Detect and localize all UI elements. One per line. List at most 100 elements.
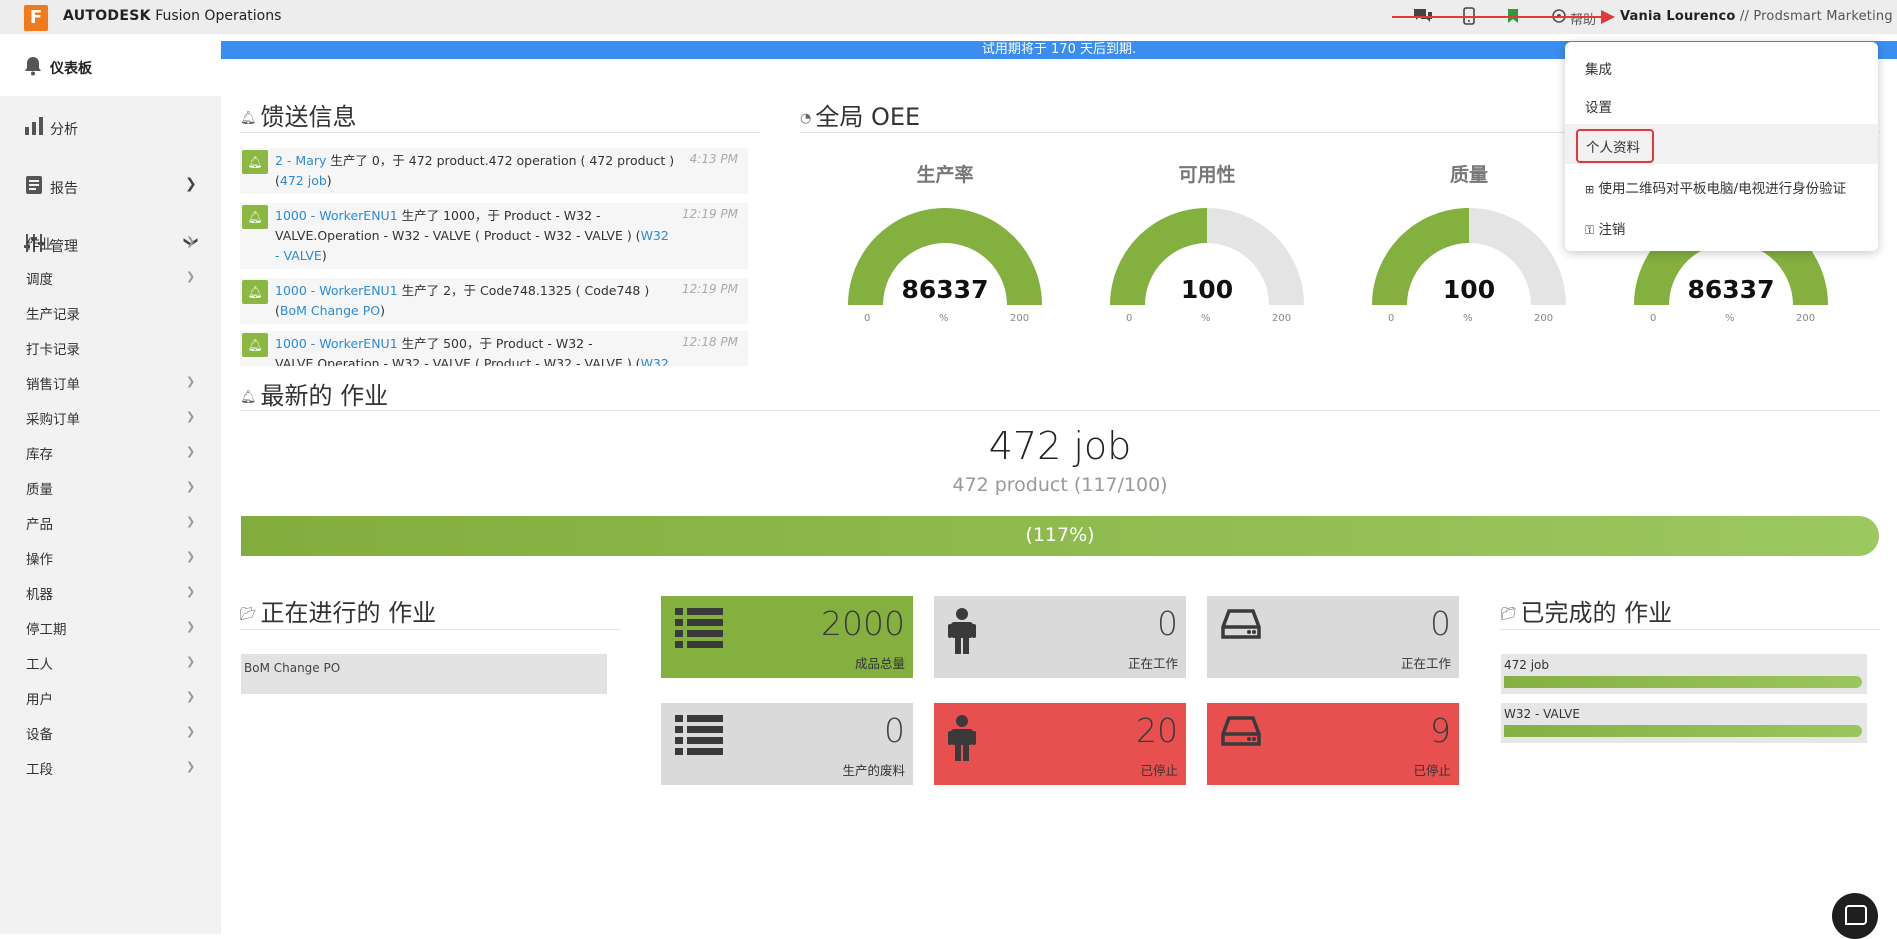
- chevron-right-icon: ❯: [186, 620, 196, 633]
- feed-actor-link[interactable]: 1000 - WorkerENU1: [275, 208, 398, 223]
- sidebar-subitem[interactable]: 停工期: [26, 618, 67, 638]
- sidebar-subitem[interactable]: 质量: [26, 478, 53, 498]
- sidebar-subitem[interactable]: 操作: [26, 548, 53, 568]
- user-dropdown-menu: 集成 设置 个人资料 ⊞ 使用二维码对平板电脑/电视进行身份验证 ⚿ 注销: [1565, 42, 1878, 251]
- sidebar-subitem[interactable]: 调度: [26, 268, 53, 288]
- key-icon: ⚿: [1585, 223, 1595, 237]
- stat-tile[interactable]: 0 生产的废料: [661, 703, 913, 785]
- gauge-min-label: 0: [1126, 313, 1133, 324]
- sidebar-subitem[interactable]: 设备: [26, 723, 53, 743]
- drive-icon: [1221, 608, 1261, 644]
- latest-job-name[interactable]: 472 job: [240, 424, 1880, 468]
- stat-tile[interactable]: 0 正在工作: [1207, 596, 1459, 678]
- divider: [240, 410, 1880, 411]
- oee-gauge: 质量 100 0% 200: [1364, 155, 1574, 330]
- sidebar-item-analysis[interactable]: 分析: [24, 117, 78, 140]
- feed-job-link[interactable]: 472 job: [280, 173, 327, 188]
- bookmark-icon[interactable]: [1507, 8, 1519, 28]
- divider: [240, 132, 760, 133]
- list-item[interactable]: 472 job: [1501, 654, 1867, 694]
- feed-timestamp: 12:19 PM: [682, 282, 738, 296]
- latest-job-section-title: 🔔︎ 最新的 作业: [240, 376, 388, 411]
- menu-item-settings[interactable]: 设置: [1585, 96, 1612, 116]
- oee-title: 全局 OEE: [815, 103, 921, 131]
- sidebar-subitem[interactable]: 采购订单: [26, 408, 80, 428]
- chat-icon[interactable]: [1412, 6, 1434, 30]
- feed-item: 🔔︎ 2 - Mary 生产了 0，于 472 product.472 opera…: [240, 148, 748, 194]
- menu-item-qr-auth[interactable]: ⊞ 使用二维码对平板电脑/电视进行身份验证: [1585, 177, 1846, 197]
- help-icon[interactable]: [1552, 9, 1566, 27]
- stat-caption: 生产的废料: [842, 763, 905, 778]
- user-name: Vania Lourenco: [1620, 9, 1736, 24]
- help-link[interactable]: 帮助: [1570, 9, 1596, 28]
- chevron-right-icon: ❯: [186, 725, 196, 738]
- oee-gauge: 生产率 86337 0% 200: [840, 155, 1050, 330]
- sidebar-item-reports[interactable]: 报告: [24, 175, 78, 200]
- feed-title: 馈送信息: [260, 103, 357, 131]
- sidebar-subitem[interactable]: 库存: [26, 443, 53, 463]
- feed-actor-link[interactable]: 1000 - WorkerENU1: [275, 336, 398, 351]
- sidebar-subitem[interactable]: 机器: [26, 583, 53, 603]
- sidebar-subitem[interactable]: 作业: [26, 233, 53, 253]
- progress-label: (117%): [1025, 524, 1095, 546]
- feed-actor-link[interactable]: 2 - Mary: [275, 153, 326, 168]
- feed-item: 🔔︎ 1000 - WorkerENU1 生产了 500，于 Product - …: [240, 331, 748, 366]
- menu-item-label: 注销: [1598, 222, 1626, 238]
- app-title[interactable]: AUTODESK Fusion Operations: [63, 8, 281, 24]
- stat-tile[interactable]: 0 正在工作: [934, 596, 1186, 678]
- list-item[interactable]: BoM Change PO: [241, 654, 607, 694]
- product-name: Fusion Operations: [155, 8, 282, 24]
- stat-caption: 正在工作: [1127, 656, 1178, 671]
- mobile-icon[interactable]: [1463, 7, 1475, 29]
- app-logo-icon[interactable]: F: [24, 5, 48, 31]
- brand-name: AUTODESK: [63, 8, 151, 24]
- sidebar-subitem[interactable]: 生产记录: [26, 303, 80, 323]
- feed-actor-link[interactable]: 1000 - WorkerENU1: [275, 283, 398, 298]
- stat-value: 0: [884, 711, 905, 750]
- annotation-highlight-box: [1576, 129, 1654, 163]
- sidebar-subitem[interactable]: 打卡记录: [26, 338, 80, 358]
- person-icon: [948, 608, 976, 660]
- list-item[interactable]: W32 - VALVE: [1501, 703, 1867, 743]
- bell-icon: 🔔︎: [242, 280, 268, 304]
- menu-item-logout[interactable]: ⚿ 注销: [1585, 218, 1625, 238]
- feed-list[interactable]: 🔔︎ 2 - Mary 生产了 0，于 472 product.472 opera…: [240, 148, 748, 366]
- completed-section-title: 📁︎ 已完成的 作业: [1500, 593, 1672, 628]
- gauge-max-label: 200: [1796, 313, 1816, 324]
- stat-tile[interactable]: 2000 成品总量: [661, 596, 913, 678]
- chat-bubble-icon: [1845, 905, 1867, 925]
- feed-item: 🔔︎ 1000 - WorkerENU1 生产了 1000，于 Product -…: [240, 203, 748, 269]
- sidebar-subitem[interactable]: 销售订单: [26, 373, 80, 393]
- sidebar-subitem[interactable]: 工人: [26, 653, 53, 673]
- user-menu-toggle[interactable]: Vania Lourenco // Prodsmart Marketing: [1620, 9, 1893, 24]
- gauge-value: 86337: [901, 275, 989, 304]
- latest-job-progress-bar: (117%): [241, 516, 1879, 556]
- feed-timestamp: 12:19 PM: [682, 207, 738, 221]
- feed-timestamp: 12:18 PM: [682, 335, 738, 349]
- sidebar-subitem[interactable]: 工段: [26, 758, 53, 778]
- drive-icon: [1221, 715, 1261, 751]
- stat-caption: 正在工作: [1400, 656, 1451, 671]
- sidebar-subitem[interactable]: 产品: [26, 513, 53, 533]
- feed-section-title: 🔔︎ 馈送信息: [240, 97, 357, 132]
- gauge-max-label: 200: [1010, 313, 1030, 324]
- oee-section-title: ◔ 全局 OEE: [800, 97, 920, 132]
- bell-icon: 🔔︎: [240, 389, 257, 405]
- stat-tile[interactable]: 20 已停止: [934, 703, 1186, 785]
- sidebar-subitem[interactable]: 用户: [26, 688, 53, 708]
- gauge-min-label: 0: [1650, 313, 1657, 324]
- feed-message: 生产了 0，于 472 product.472 operation ( 472 …: [275, 153, 675, 188]
- bell-icon: [24, 56, 42, 81]
- menu-item-integrations[interactable]: 集成: [1585, 58, 1612, 78]
- feed-job-link[interactable]: BoM Change PO: [280, 303, 380, 318]
- feed-text: 1000 - WorkerENU1 生产了 1000，于 Product - W…: [275, 206, 675, 266]
- feed-text: 2 - Mary 生产了 0，于 472 product.472 operati…: [275, 151, 675, 191]
- chevron-right-icon: ❯: [186, 270, 196, 283]
- bell-icon: 🔔︎: [242, 205, 268, 229]
- chevron-right-icon: ❯: [186, 410, 196, 423]
- chat-launcher-button[interactable]: [1832, 893, 1878, 939]
- completed-job-progress-bar: [1504, 725, 1862, 737]
- oee-gauge: 可用性 100 0% 200: [1102, 155, 1312, 330]
- stat-tile[interactable]: 9 已停止: [1207, 703, 1459, 785]
- sidebar-item-dashboard[interactable]: 仪表板: [0, 34, 221, 96]
